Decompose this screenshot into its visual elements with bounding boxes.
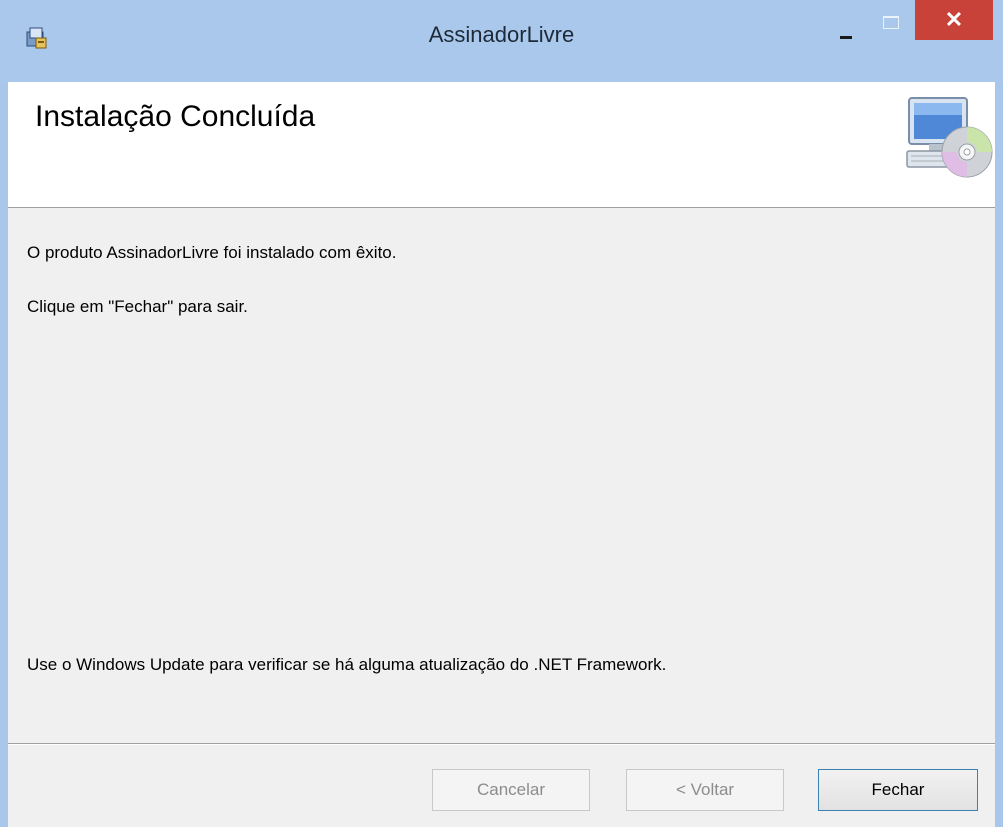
header-banner: Instalação Concluída [8,82,995,208]
computer-disc-icon [906,97,993,178]
windows-update-note: Use o Windows Update para verificar se h… [27,655,667,674]
page-title: Instalação Concluída [35,100,316,133]
cancel-button[interactable]: Cancelar [432,769,590,811]
minimize-button[interactable] [832,20,860,44]
installer-window: AssinadorLivre ✕ Instalação Concluída O … [0,0,1003,827]
close-window-button[interactable]: ✕ [915,0,993,40]
exit-instruction: Clique em "Fechar" para sair. [27,297,248,316]
title-bar[interactable]: AssinadorLivre ✕ [0,0,1003,82]
finish-close-button[interactable]: Fechar [818,769,978,811]
install-success-message: O produto AssinadorLivre foi instalado c… [27,243,397,262]
maximize-button[interactable] [877,10,905,34]
back-button[interactable]: < Voltar [626,769,784,811]
footer-separator [8,743,995,745]
close-icon: ✕ [944,7,964,32]
